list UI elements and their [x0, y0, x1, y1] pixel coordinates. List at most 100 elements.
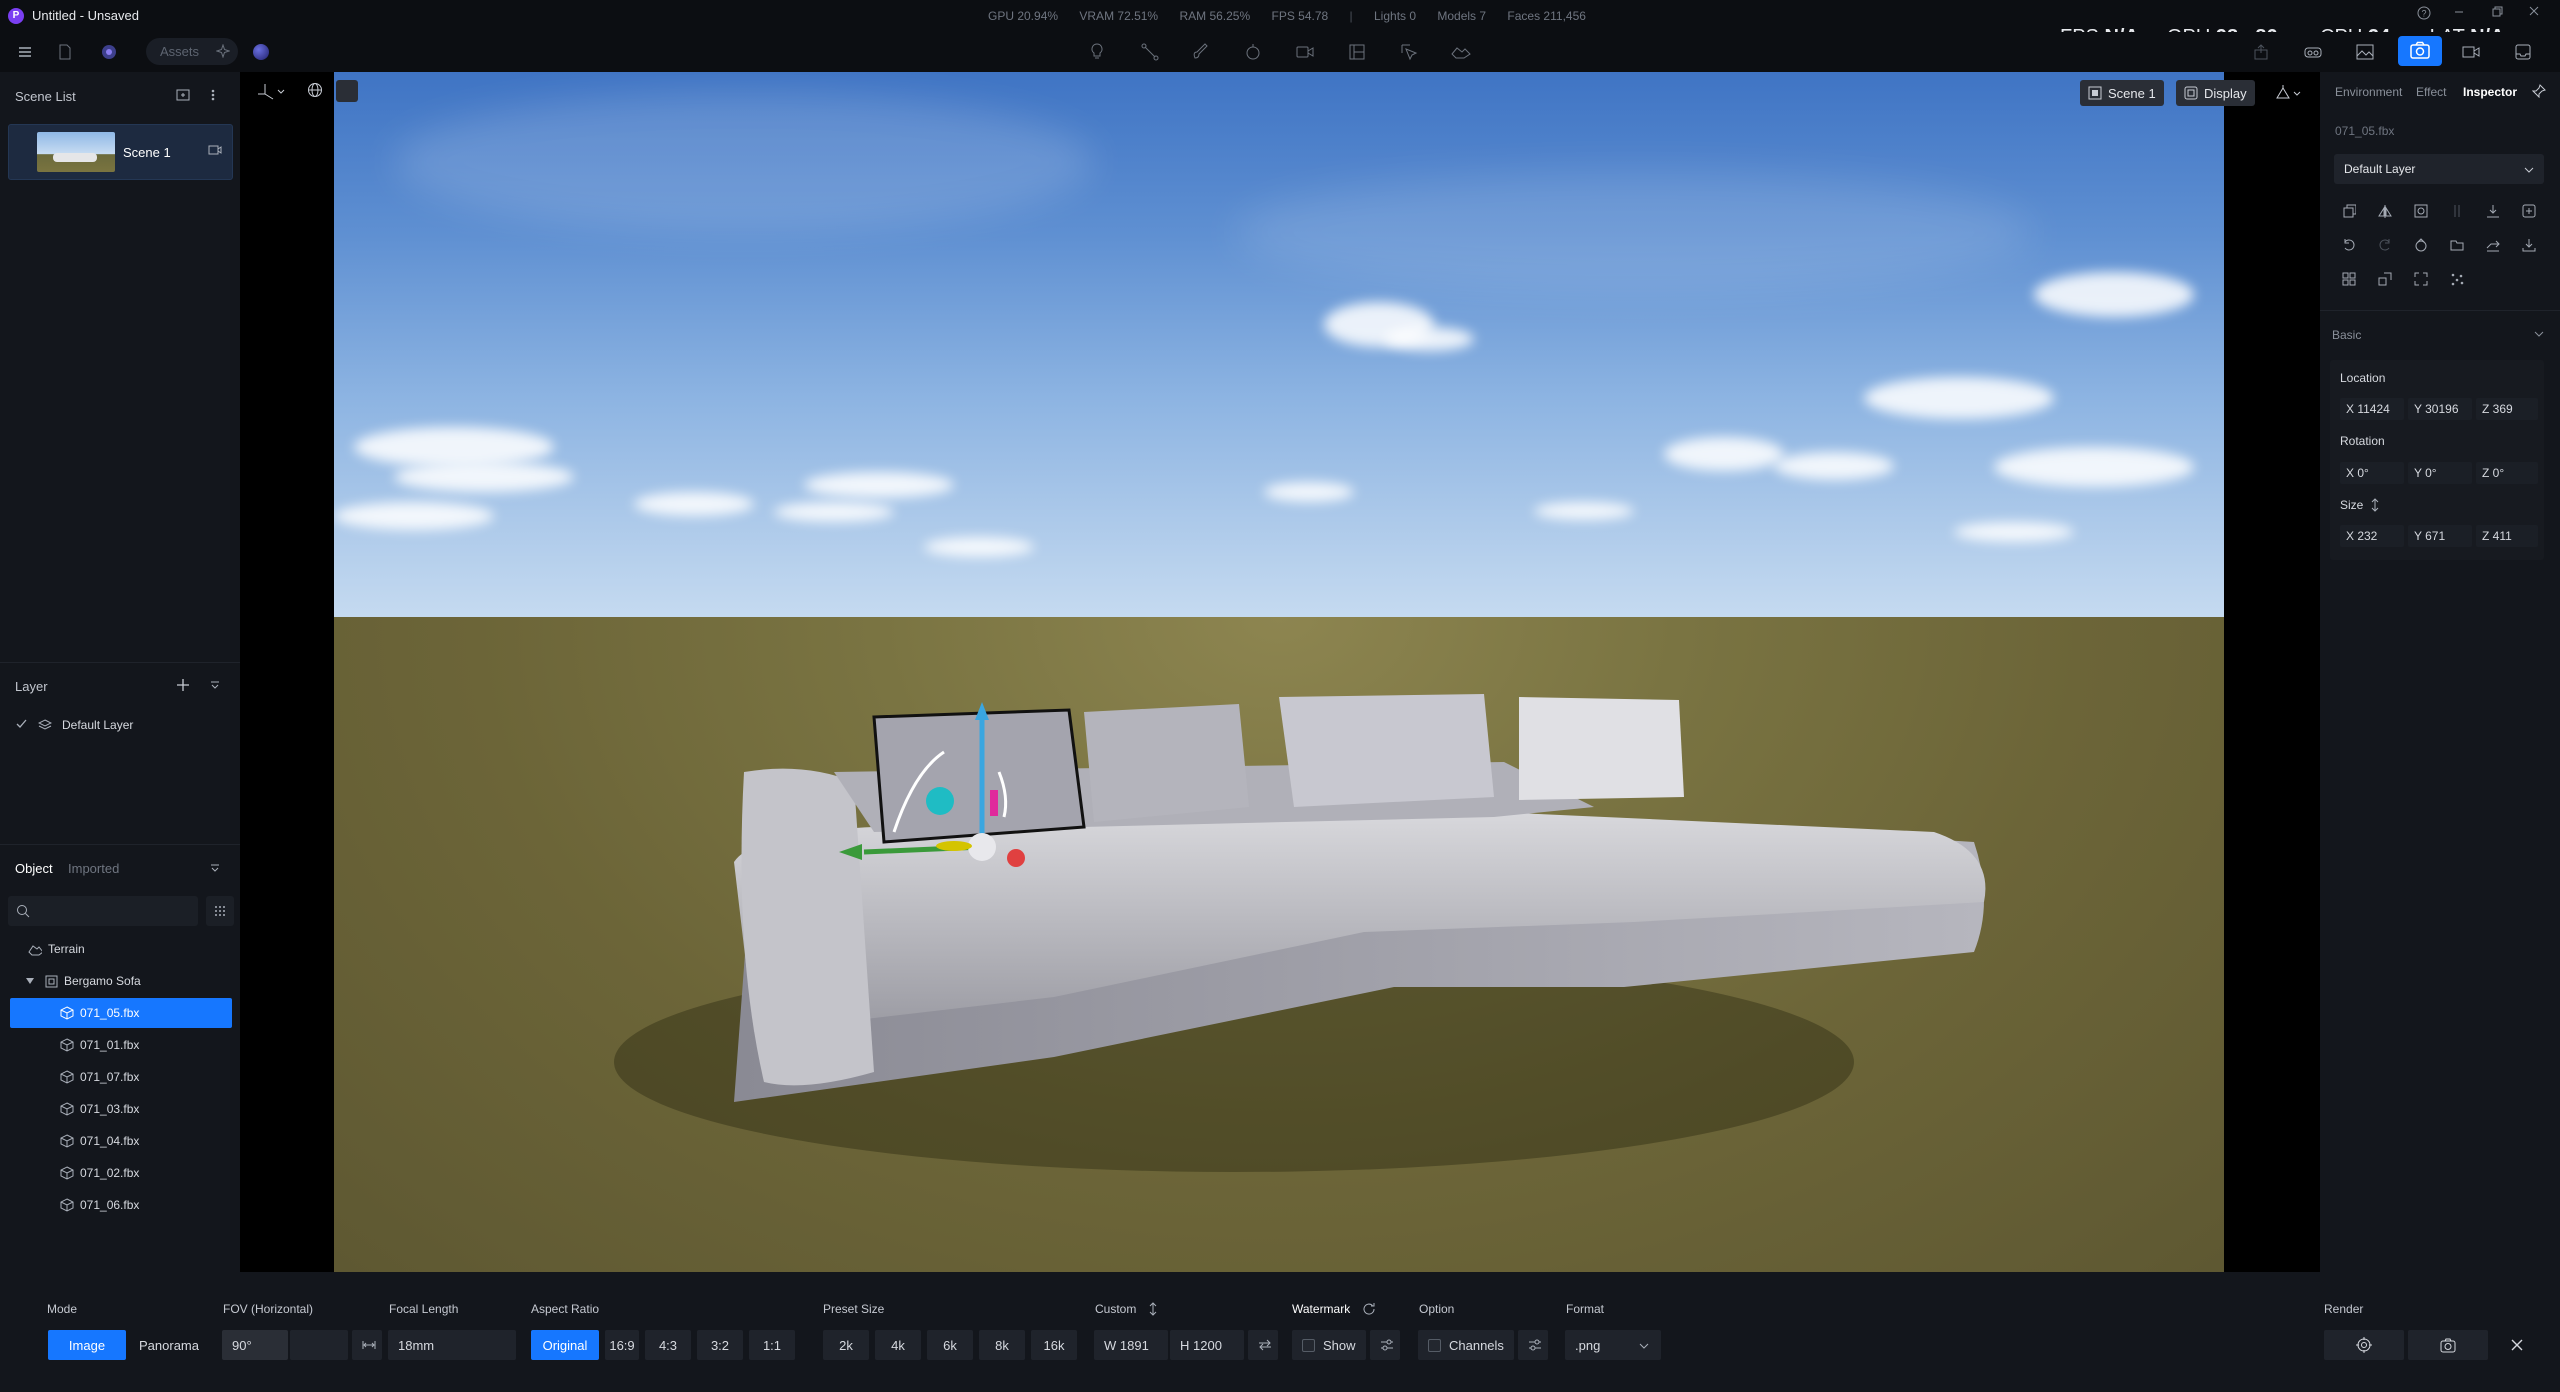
aspect-option[interactable]: 1:1 — [749, 1330, 795, 1360]
align-icon[interactable] — [2445, 199, 2469, 223]
scene-selector-button[interactable]: Scene 1 — [2080, 80, 2164, 106]
tree-item[interactable]: 071_07.fbx — [10, 1062, 232, 1092]
video-render-icon[interactable] — [2458, 39, 2484, 65]
refresh-icon[interactable] — [1362, 1302, 1376, 1316]
duplicate-icon[interactable] — [2337, 199, 2361, 223]
preset-option[interactable]: 4k — [875, 1330, 921, 1360]
location-x[interactable]: X 11424 — [2340, 398, 2404, 420]
video-camera-icon[interactable] — [1292, 39, 1318, 65]
export-icon[interactable] — [2248, 39, 2274, 65]
tree-item[interactable]: 071_01.fbx — [10, 1030, 232, 1060]
watermark-settings-icon[interactable] — [1370, 1330, 1400, 1360]
transform-gizmo-icon[interactable] — [256, 82, 286, 100]
camera-settings-icon[interactable] — [2274, 84, 2302, 102]
layer-dropdown[interactable]: Default Layer — [2334, 154, 2544, 184]
tab-effect[interactable]: Effect — [2416, 85, 2446, 99]
render-view[interactable] — [334, 72, 2224, 1272]
tab-object[interactable]: Object — [15, 861, 53, 876]
image-render-icon[interactable] — [2352, 39, 2378, 65]
aspect-option[interactable]: Original — [531, 1330, 599, 1360]
material-icon[interactable] — [2409, 233, 2433, 257]
preset-option[interactable]: 6k — [927, 1330, 973, 1360]
file-icon[interactable] — [52, 39, 78, 65]
preset-option[interactable]: 2k — [823, 1330, 869, 1360]
render-settings-button[interactable] — [2324, 1330, 2404, 1360]
display-button[interactable]: Display — [2176, 80, 2255, 106]
focus-icon[interactable] — [2409, 199, 2433, 223]
menu-icon[interactable] — [12, 39, 38, 65]
terrain-tool-icon[interactable] — [1448, 39, 1474, 65]
fov-slider[interactable] — [290, 1330, 348, 1360]
select-tool-icon[interactable] — [1396, 39, 1422, 65]
add-icon[interactable] — [2517, 199, 2541, 223]
minimize-icon[interactable] — [2452, 4, 2466, 18]
scene-camera-icon[interactable] — [208, 144, 222, 156]
size-z[interactable]: Z 411 — [2476, 525, 2538, 547]
layout-icon[interactable] — [1344, 39, 1370, 65]
restore-icon[interactable] — [2490, 4, 2504, 18]
rotation-x[interactable]: X 0° — [2340, 462, 2404, 484]
object-filter-icon[interactable] — [210, 863, 220, 873]
fov-width-icon[interactable] — [352, 1330, 382, 1360]
aspect-option[interactable]: 3:2 — [697, 1330, 743, 1360]
focal-length-input[interactable]: 18mm — [388, 1330, 516, 1360]
pin-icon[interactable] — [2532, 84, 2546, 98]
animation-icon[interactable] — [1240, 39, 1266, 65]
render-start-button[interactable] — [2408, 1330, 2488, 1360]
swap-dimensions-icon[interactable] — [1248, 1330, 1278, 1360]
fov-input[interactable]: 90° — [222, 1330, 288, 1360]
tab-inspector[interactable]: Inspector — [2463, 85, 2517, 99]
mode-panorama-button[interactable]: Panorama — [130, 1330, 208, 1360]
globe-icon[interactable] — [307, 82, 323, 98]
tree-item[interactable]: 071_03.fbx — [10, 1094, 232, 1124]
tree-item[interactable]: 071_04.fbx — [10, 1126, 232, 1156]
light-icon[interactable] — [1084, 39, 1110, 65]
location-y[interactable]: Y 30196 — [2408, 398, 2472, 420]
render-queue-icon[interactable] — [2510, 39, 2536, 65]
object-search-input[interactable] — [8, 896, 198, 926]
save-icon[interactable] — [2517, 233, 2541, 257]
layer-row[interactable]: Default Layer — [10, 710, 232, 740]
channels-checkbox[interactable] — [1428, 1338, 1441, 1352]
vr-icon[interactable] — [2300, 39, 2326, 65]
snap-icon[interactable] — [336, 80, 358, 102]
chevron-down-icon[interactable] — [2534, 330, 2544, 338]
mode-image-button[interactable]: Image — [48, 1330, 126, 1360]
custom-toggle-icon[interactable] — [1148, 1302, 1158, 1316]
rotation-z[interactable]: Z 0° — [2476, 462, 2538, 484]
watermark-checkbox[interactable] — [1302, 1338, 1315, 1352]
redo-icon[interactable] — [2373, 233, 2397, 257]
fullscreen-icon[interactable] — [2409, 267, 2433, 291]
tree-item[interactable]: Bergamo Sofa — [10, 966, 232, 996]
rotation-y[interactable]: Y 0° — [2408, 462, 2472, 484]
location-z[interactable]: Z 369 — [2476, 398, 2538, 420]
tab-environment[interactable]: Environment — [2335, 85, 2402, 99]
aspect-option[interactable]: 4:3 — [645, 1330, 691, 1360]
grid-view-icon[interactable] — [206, 896, 234, 926]
undo-icon[interactable] — [2337, 233, 2361, 257]
add-scene-icon[interactable] — [176, 88, 190, 102]
watermark-show-toggle[interactable]: Show — [1292, 1330, 1366, 1360]
mirror-icon[interactable] — [2373, 199, 2397, 223]
tree-item[interactable]: Terrain — [10, 934, 232, 964]
group-icon[interactable] — [2337, 267, 2361, 291]
layer-filter-icon[interactable] — [210, 680, 220, 690]
lock-ratio-icon[interactable] — [2370, 498, 2380, 512]
custom-width-input[interactable]: W 1891 — [1094, 1330, 1168, 1360]
option-settings-icon[interactable] — [1518, 1330, 1548, 1360]
size-x[interactable]: X 232 — [2340, 525, 2404, 547]
channels-toggle[interactable]: Channels — [1418, 1330, 1514, 1360]
help-icon[interactable]: ? — [2417, 6, 2431, 20]
drop-to-ground-icon[interactable] — [2481, 199, 2505, 223]
add-layer-icon[interactable] — [176, 678, 190, 692]
material-sphere-icon[interactable] — [253, 44, 269, 60]
preset-option[interactable]: 8k — [979, 1330, 1025, 1360]
close-window-icon[interactable] — [2527, 4, 2541, 18]
tree-item[interactable]: 071_06.fbx — [10, 1190, 232, 1220]
tree-item[interactable]: 071_02.fbx — [10, 1158, 232, 1188]
close-render-button[interactable] — [2492, 1330, 2542, 1360]
aspect-option[interactable]: 16:9 — [605, 1330, 639, 1360]
size-y[interactable]: Y 671 — [2408, 525, 2472, 547]
replace-icon[interactable] — [2481, 233, 2505, 257]
sofa-model[interactable] — [334, 72, 2224, 1272]
